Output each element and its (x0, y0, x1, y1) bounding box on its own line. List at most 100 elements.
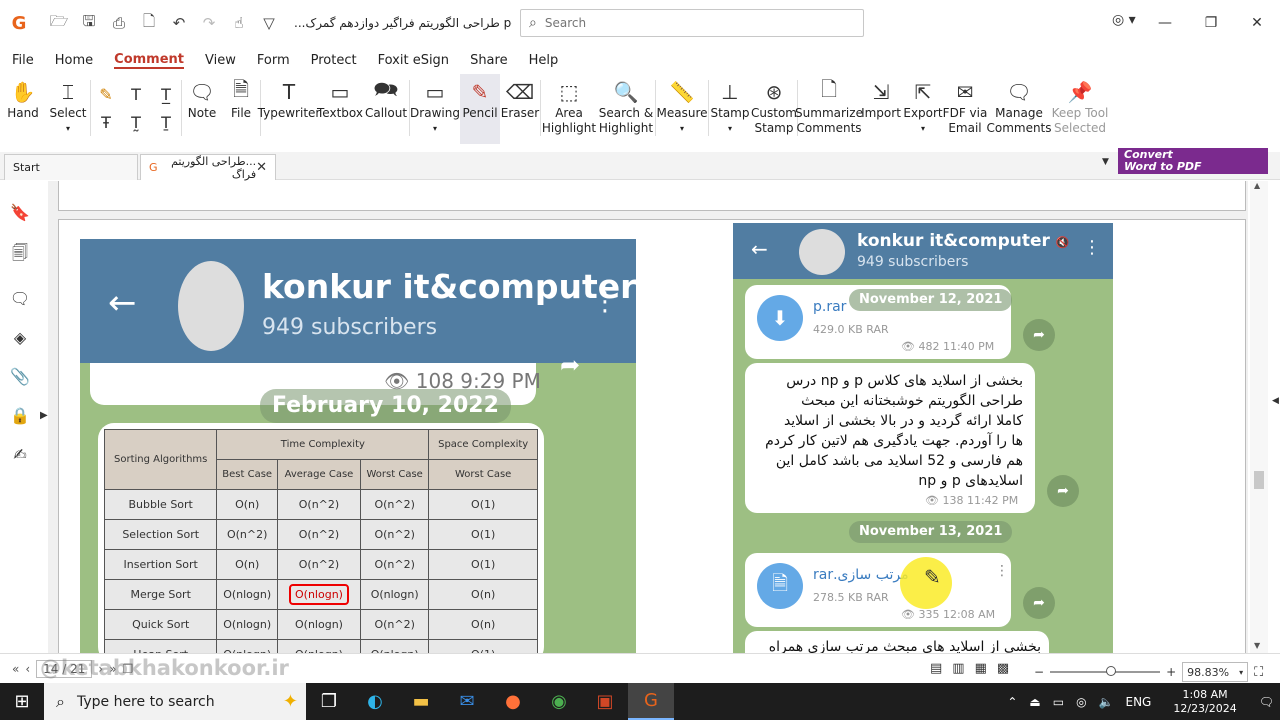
tray-up-icon[interactable]: ⌃ (1007, 695, 1017, 709)
restore-icon[interactable]: ❐ (1188, 0, 1234, 46)
menu-foxit-esign[interactable]: Foxit eSign (378, 53, 449, 68)
security-lock-icon[interactable]: 🔒 (10, 406, 30, 425)
taskbar-search[interactable]: ⌕ Type here to search ✦ (44, 683, 306, 720)
facing-page-icon[interactable]: ▦ (975, 661, 987, 676)
file-attach-button[interactable]: 🗎 File (222, 74, 260, 144)
drawing-button[interactable]: ▭ Drawing ▾ (410, 74, 460, 144)
signature-icon[interactable]: ✍ (13, 445, 26, 464)
hand-tool-quick-icon[interactable]: ☝ (224, 8, 254, 38)
usb-icon[interactable]: ⏏ (1029, 695, 1040, 709)
redo-icon[interactable]: ↷ (194, 8, 224, 38)
first-page-icon[interactable]: « (12, 662, 19, 676)
convert-word-to-pdf-banner[interactable]: Convert Word to PDF (1118, 148, 1268, 174)
filter-icon[interactable]: ▽ (254, 8, 284, 38)
keep-tool-selected-button[interactable]: 📌 Keep Tool Selected (1052, 74, 1109, 144)
save-icon[interactable]: 🖫 (74, 8, 104, 38)
bookmark-icon[interactable]: 🔖 (10, 203, 30, 222)
summarize-comments-button[interactable]: 🗋 Summarize Comments (795, 74, 863, 144)
menu-comment[interactable]: Comment (114, 52, 185, 69)
open-folder-icon[interactable]: 🗁 (44, 8, 74, 38)
menu-protect[interactable]: Protect (311, 53, 357, 68)
scroll-up-icon[interactable]: ▲ (1254, 181, 1260, 190)
new-doc-icon[interactable]: 🗋 (134, 8, 164, 38)
import-button[interactable]: ⇲ Import (860, 74, 902, 144)
select-button[interactable]: ⌶ Select ▾ (46, 74, 90, 144)
scroll-thumb[interactable] (1254, 471, 1264, 489)
menu-file[interactable]: File (12, 53, 34, 68)
area-highlight-button[interactable]: ⬚ Area Highlight (541, 74, 597, 144)
file-explorer-icon[interactable]: ▬ (398, 683, 444, 720)
search-highlight-button[interactable]: 🔍 Search & Highlight (597, 74, 655, 144)
comments-panel-icon[interactable]: 🗨 (10, 289, 30, 308)
search-box[interactable]: ⌕ (520, 9, 864, 37)
zoom-slider-thumb[interactable] (1106, 666, 1117, 676)
underline-t-icon[interactable]: T̲ (151, 80, 181, 108)
fdf-email-button[interactable]: ✉ FDF via Email (943, 74, 988, 144)
battery-icon[interactable]: ▭ (1053, 695, 1064, 709)
taskview-icon[interactable]: ❐ (306, 683, 352, 720)
windows-start-icon[interactable]: ⊞ (0, 683, 44, 720)
menu-view[interactable]: View (205, 53, 236, 68)
tab-start[interactable]: Start (4, 154, 138, 180)
language-indicator[interactable]: ENG (1126, 695, 1152, 709)
typewriter-t-icon[interactable]: T (121, 80, 151, 108)
expand-panel-icon[interactable]: ▶ (40, 410, 48, 421)
powerpoint-icon[interactable]: ▣ (582, 683, 628, 720)
print-icon[interactable]: ⎙ (104, 8, 134, 38)
firefox-icon[interactable]: ● (490, 683, 536, 720)
zoom-level-field[interactable]: 98.83% ▾ (1182, 662, 1249, 682)
zoom-slider[interactable] (1050, 666, 1161, 676)
insert-text-icon[interactable]: Ṯ (151, 108, 181, 136)
foxit-taskbar-icon[interactable]: G (628, 683, 674, 720)
textbox-button[interactable]: ▭ Textbox (317, 74, 363, 144)
mail-icon[interactable]: ✉ (444, 683, 490, 720)
scroll-down-icon[interactable]: ▼ (1254, 641, 1260, 650)
export-button[interactable]: ⇱ Export ▾ (902, 74, 944, 144)
measure-button[interactable]: 📏 Measure ▾ (656, 74, 708, 144)
menu-home[interactable]: Home (55, 53, 93, 68)
foxit-logo-icon[interactable]: G (8, 12, 30, 34)
channel-subscribers: 949 subscribers (262, 315, 438, 340)
network-icon[interactable]: ◎ (1076, 695, 1086, 709)
menu-share[interactable]: Share (470, 53, 508, 68)
hand-button[interactable]: ✋ Hand (0, 74, 46, 144)
strikeout-t-icon[interactable]: Ŧ (91, 108, 121, 136)
continuous-page-icon[interactable]: ▥ (952, 661, 964, 676)
eraser-button[interactable]: ⌫ Eraser (500, 74, 540, 144)
menu-form[interactable]: Form (257, 53, 290, 68)
manage-comments-button[interactable]: 🗨 Manage Comments (986, 74, 1052, 144)
close-window-icon[interactable]: ✕ (1234, 0, 1280, 46)
minimize-icon[interactable]: — (1142, 0, 1188, 46)
volume-icon[interactable]: 🔈 (1099, 695, 1114, 709)
user-account-icon[interactable]: ◎ ▾ (1112, 12, 1136, 28)
attachments-icon[interactable]: 📎 (10, 367, 30, 386)
chrome-icon[interactable]: ◉ (536, 683, 582, 720)
callout-button[interactable]: 🗪 Callout (363, 74, 409, 144)
pencil-button[interactable]: ✎ Pencil (460, 74, 500, 144)
zoom-in-icon[interactable]: + (1166, 665, 1176, 679)
prev-page-icon[interactable]: ‹ (25, 662, 30, 676)
close-tab-icon[interactable]: ✕ (256, 160, 267, 175)
collapse-right-panel-icon[interactable]: ◀ (1272, 396, 1279, 406)
squiggly-t-icon[interactable]: T̰ (121, 108, 151, 136)
highlight-icon[interactable]: ✎ (91, 80, 121, 108)
pages-icon[interactable]: 🗐 (12, 242, 28, 269)
continuous-facing-icon[interactable]: ▩ (997, 661, 1009, 676)
clock[interactable]: 1:08 AM 12/23/2024 (1167, 688, 1242, 716)
search-input[interactable] (544, 16, 845, 30)
vertical-scrollbar[interactable]: ▲ ▼ (1250, 181, 1268, 653)
undo-icon[interactable]: ↶ (164, 8, 194, 38)
zoom-out-icon[interactable]: − (1034, 665, 1044, 679)
tab-list-dropdown-icon[interactable]: ▼ (1102, 157, 1109, 167)
tab-document[interactable]: G ...طراحی الگوریتم فراگ ✕ (140, 154, 276, 181)
stamp-button[interactable]: ⊥ Stamp ▾ (709, 74, 751, 144)
fit-page-icon[interactable]: ⛶ (1254, 665, 1263, 680)
notifications-icon[interactable]: 🗨 (1259, 695, 1274, 709)
custom-stamp-button[interactable]: ⊛ Custom Stamp (751, 74, 797, 144)
layers-icon[interactable]: ◈ (14, 328, 26, 347)
note-button[interactable]: 🗨 Note (182, 74, 222, 144)
menu-help[interactable]: Help (529, 53, 559, 68)
single-page-icon[interactable]: ▤ (930, 661, 942, 676)
edge-icon[interactable]: ◐ (352, 683, 398, 720)
typewriter-button[interactable]: T Typewriter (258, 74, 321, 144)
